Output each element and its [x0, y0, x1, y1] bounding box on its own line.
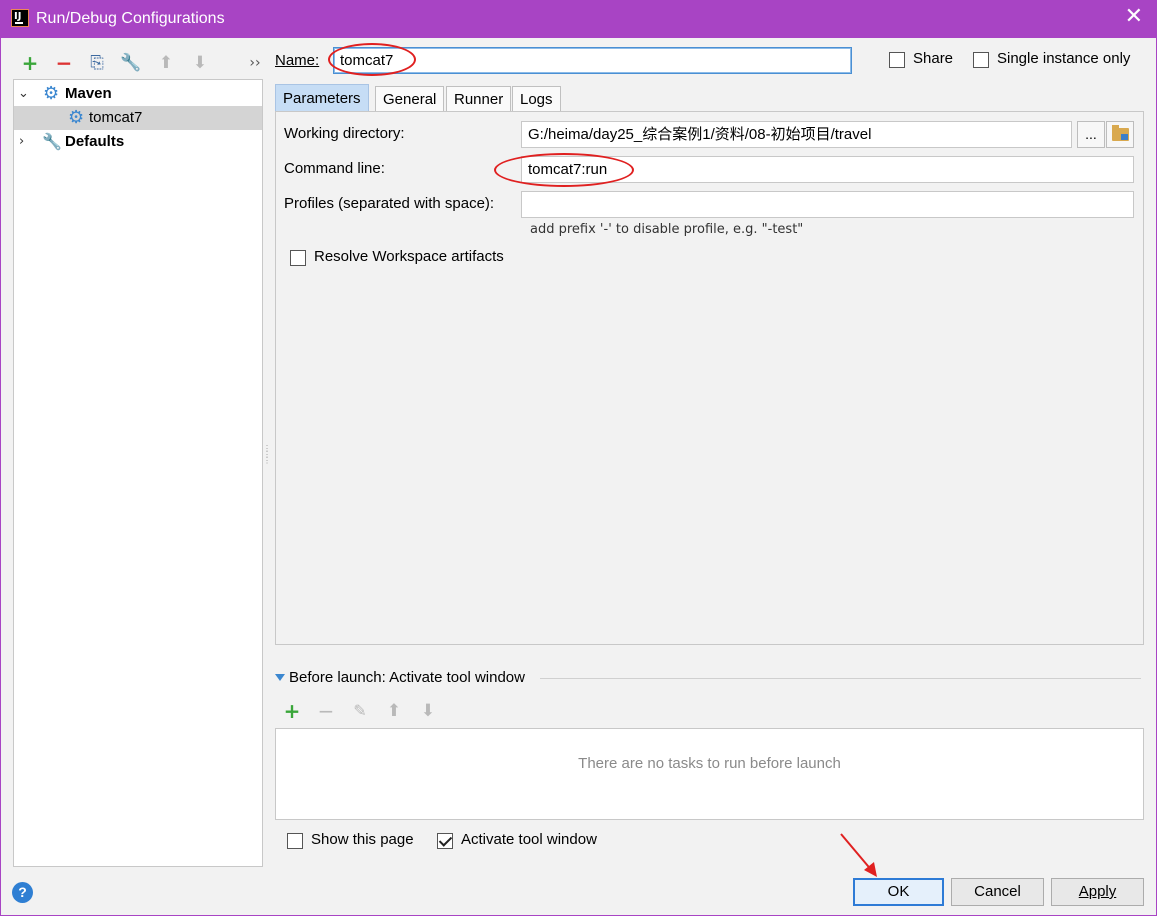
collapse-triangle-icon[interactable] — [275, 674, 285, 681]
command-line-field[interactable]: tomcat7:run — [521, 156, 1134, 183]
folder-icon — [1112, 125, 1129, 141]
move-down-icon[interactable]: ⬇ — [189, 52, 211, 74]
edit-task-icon[interactable]: ✎ — [349, 700, 371, 722]
tab-runner[interactable]: Runner — [446, 86, 512, 112]
tree-item-maven[interactable]: ⌄ ⚙ Maven — [14, 82, 262, 106]
tree-item-defaults[interactable]: › 🔧 Defaults — [14, 130, 262, 154]
resolve-workspace-checkbox[interactable] — [290, 250, 306, 266]
separator — [540, 678, 1141, 679]
more-actions-icon[interactable]: ›› — [244, 52, 266, 74]
intellij-logo-icon: IJ — [11, 9, 29, 27]
command-line-label: Command line: — [284, 160, 385, 177]
add-configuration-icon[interactable]: + — [19, 52, 41, 74]
cancel-button[interactable]: Cancel — [951, 878, 1044, 906]
chevron-down-icon[interactable]: ⌄ — [18, 82, 29, 106]
move-task-up-icon[interactable]: ⬆ — [383, 700, 405, 722]
tasks-empty-text: There are no tasks to run before launch — [578, 755, 841, 772]
activate-tool-window-checkbox[interactable] — [437, 833, 453, 849]
show-this-page-checkbox[interactable] — [287, 833, 303, 849]
configuration-tree: ⌄ ⚙ Maven ⚙ tomcat7 › 🔧 Defaults — [13, 79, 263, 867]
ok-button[interactable]: OK — [853, 878, 944, 906]
profiles-label: Profiles (separated with space): — [284, 195, 495, 212]
add-task-icon[interactable]: + — [281, 700, 303, 722]
tree-item-label: Maven — [65, 85, 112, 102]
working-directory-label: Working directory: — [284, 125, 405, 142]
gear-icon: ⚙ — [68, 107, 85, 128]
before-launch-title[interactable]: Before launch: Activate tool window — [289, 669, 525, 686]
browse-button[interactable]: ... — [1077, 121, 1105, 148]
select-module-button[interactable] — [1106, 121, 1134, 148]
activate-tool-window-label: Activate tool window — [461, 831, 597, 848]
name-label: Name: — [275, 52, 320, 69]
title-bar: IJ Run/Debug Configurations ✕ — [0, 0, 1157, 38]
name-field[interactable]: tomcat7 — [333, 47, 852, 74]
tab-logs[interactable]: Logs — [512, 86, 561, 112]
move-up-icon[interactable]: ⬆ — [155, 52, 177, 74]
remove-task-icon[interactable]: − — [315, 700, 337, 722]
show-this-page-label: Show this page — [311, 831, 414, 848]
resolve-workspace-label: Resolve Workspace artifacts — [314, 248, 504, 265]
edit-defaults-icon[interactable]: 🔧 — [120, 52, 142, 74]
wrench-icon: 🔧 — [42, 132, 62, 151]
profiles-hint: add prefix '-' to disable profile, e.g. … — [530, 222, 804, 237]
working-directory-field[interactable]: G:/heima/day25_综合案例1/资料/08-初始项目/travel — [521, 121, 1072, 148]
single-instance-checkbox[interactable] — [973, 52, 989, 68]
tasks-list[interactable]: There are no tasks to run before launch — [275, 728, 1144, 820]
close-icon[interactable]: ✕ — [1125, 6, 1143, 28]
tree-item-label: tomcat7 — [89, 109, 143, 126]
chevron-right-icon[interactable]: › — [19, 130, 24, 154]
window-title: Run/Debug Configurations — [36, 10, 225, 27]
annotation-arrow — [840, 833, 877, 877]
tab-parameters[interactable]: Parameters — [275, 84, 369, 112]
tree-item-tomcat7[interactable]: ⚙ tomcat7 — [14, 106, 262, 130]
move-task-down-icon[interactable]: ⬇ — [417, 700, 439, 722]
copy-configuration-icon[interactable]: ⎘ — [86, 52, 108, 74]
tree-item-label: Defaults — [65, 133, 125, 150]
splitter-handle[interactable]: ⋮ ⋮ ⋮ — [263, 445, 271, 465]
remove-configuration-icon[interactable]: − — [53, 52, 75, 74]
share-checkbox[interactable] — [889, 52, 905, 68]
single-instance-label: Single instance only — [997, 50, 1131, 67]
tab-general[interactable]: General — [375, 86, 445, 112]
gear-icon: ⚙ — [43, 83, 60, 104]
share-label: Share — [913, 50, 954, 67]
help-button[interactable]: ? — [12, 882, 33, 903]
apply-button[interactable]: Apply — [1051, 878, 1144, 906]
profiles-field[interactable] — [521, 191, 1134, 218]
